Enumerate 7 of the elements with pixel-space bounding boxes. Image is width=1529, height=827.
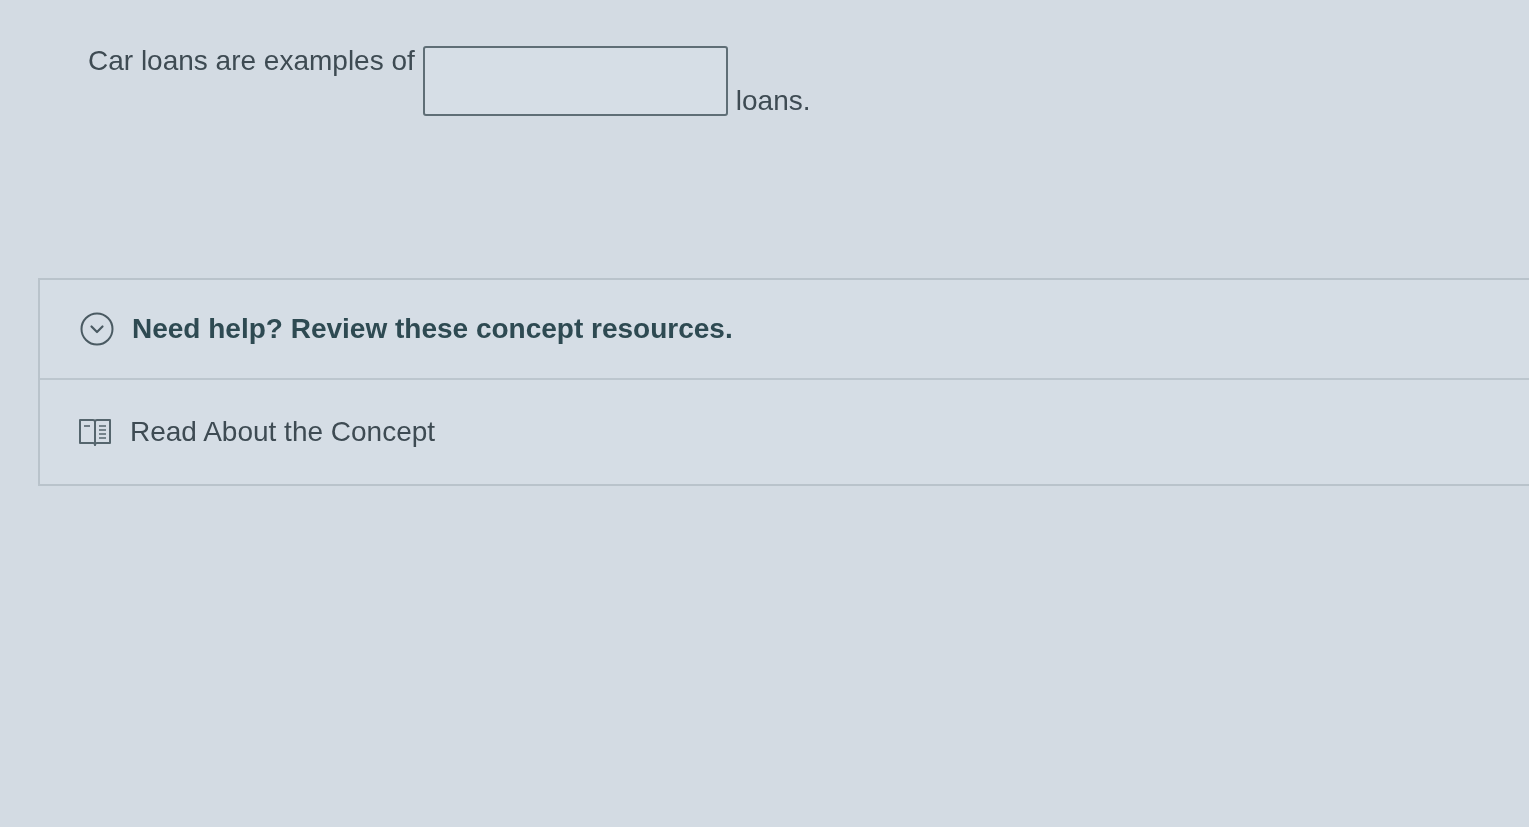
- answer-box[interactable]: [422, 46, 728, 116]
- help-panel-header[interactable]: Need help? Review these concept resources.: [40, 280, 1529, 380]
- resource-link[interactable]: Read About the Concept: [130, 411, 436, 453]
- question-text: loans.: [735, 84, 811, 118]
- book-icon: [78, 417, 112, 447]
- chevron-down-circle-icon[interactable]: [80, 312, 114, 346]
- question-text: Car loans are examples of: [88, 44, 415, 78]
